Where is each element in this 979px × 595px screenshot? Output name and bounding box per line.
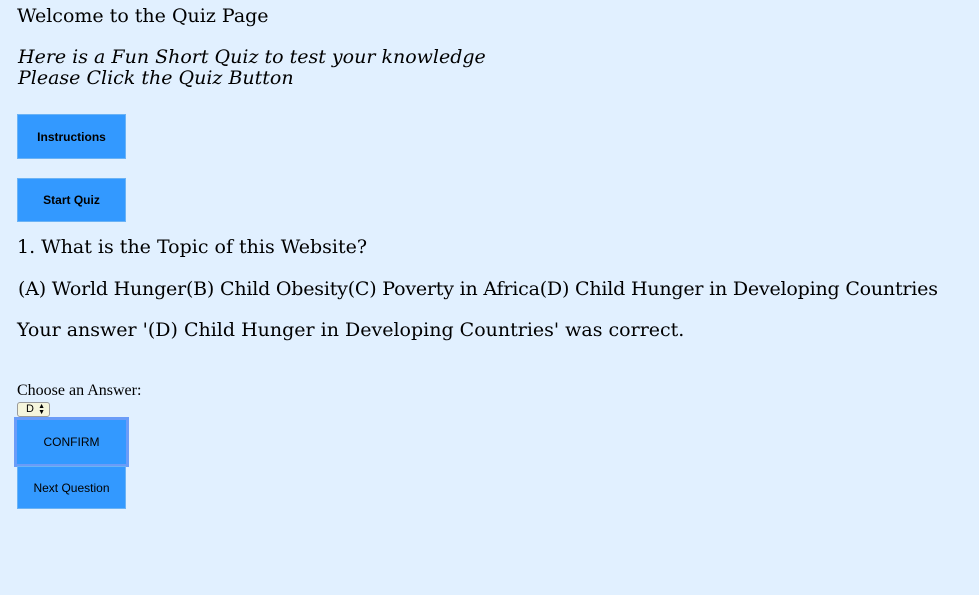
up-down-arrows-icon: ▲ ▼ xyxy=(38,403,45,416)
next-question-button[interactable]: Next Question xyxy=(17,466,126,509)
answer-select[interactable]: D ▲ ▼ xyxy=(17,402,50,417)
subtitle-line-1: Here is a Fun Short Quiz to test your kn… xyxy=(18,46,486,68)
subtitle-line-2: Please Click the Quiz Button xyxy=(18,67,294,89)
choose-answer-label: Choose an Answer: xyxy=(17,382,142,399)
confirm-button[interactable]: CONFIRM xyxy=(14,417,129,467)
page-subtitle: Here is a Fun Short Quiz to test your kn… xyxy=(18,47,486,89)
answer-select-value: D xyxy=(26,403,34,415)
answer-options: (A) World Hunger(B) Child Obesity(C) Pov… xyxy=(18,278,938,300)
instructions-button[interactable]: Instructions xyxy=(17,114,126,159)
answer-result: Your answer '(D) Child Hunger in Develop… xyxy=(17,319,685,341)
start-quiz-button[interactable]: Start Quiz xyxy=(17,178,126,222)
question-text: 1. What is the Topic of this Website? xyxy=(17,236,368,258)
page-title: Welcome to the Quiz Page xyxy=(17,5,269,27)
